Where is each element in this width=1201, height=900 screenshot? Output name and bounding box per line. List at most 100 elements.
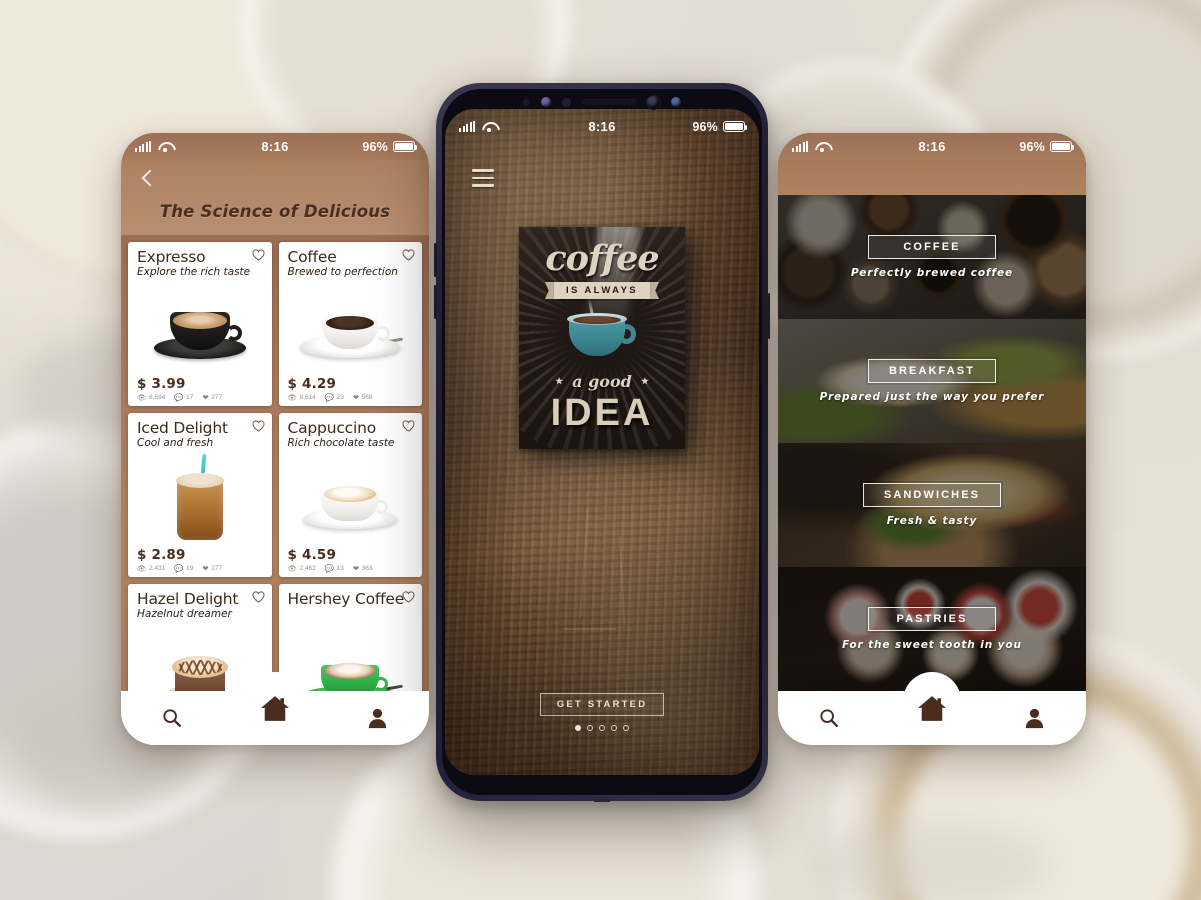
views-stat: 👁 2,462 [287, 563, 316, 573]
poster-ribbon: IS ALWAYS [553, 282, 651, 299]
favorite-heart-icon[interactable] [251, 420, 265, 432]
pagination-dot[interactable] [587, 725, 593, 731]
favorite-heart-icon[interactable] [251, 249, 265, 261]
right-phone-screen: 8:16 96% COFFEE Perfectly brewed coffee BR… [778, 133, 1086, 745]
heart-filled-icon: ❤ [352, 563, 360, 573]
product-name: Expresso [137, 248, 206, 266]
volume-down-button[interactable] [434, 285, 437, 319]
product-image [137, 623, 263, 691]
poster-phrase-row: ★ a good ★ [555, 372, 649, 391]
product-grid: Expresso Explore the rich taste $ 3.99 👁 6,5… [121, 235, 429, 691]
volume-up-button[interactable] [434, 243, 437, 277]
eye-icon: 👁 [137, 392, 147, 402]
star-right-icon: ★ [640, 376, 649, 387]
power-button[interactable] [767, 293, 770, 339]
product-card[interactable]: Coffee Brewed to perfection $ 4.29 👁 8,614 💬 2… [278, 242, 422, 406]
proximity-sensor-icon [671, 97, 681, 107]
wifi-icon [158, 141, 172, 152]
product-card[interactable]: Hershey Coffee [278, 584, 422, 691]
category-card[interactable]: SANDWICHES Fresh & tasty [778, 443, 1086, 567]
signal-bars-icon [792, 141, 808, 152]
get-started-button[interactable]: GET STARTED [539, 693, 665, 716]
likes-stat: ❤ 277 [202, 392, 223, 402]
product-card[interactable]: Expresso Explore the rich taste $ 3.99 👁 6,5… [128, 242, 272, 406]
nav-search-button[interactable] [806, 698, 852, 738]
back-chevron-icon[interactable] [135, 166, 161, 192]
product-price: $ 3.99 [137, 375, 186, 392]
category-label[interactable]: SANDWICHES [862, 483, 1002, 507]
signal-bars-icon [135, 141, 151, 152]
category-card[interactable]: COFFEE Perfectly brewed coffee [778, 195, 1086, 319]
comment-icon: 💬 [174, 392, 184, 402]
comment-icon: 💬 [324, 563, 335, 573]
product-card[interactable]: Iced Delight Cool and fresh $ 2.89 👁 2,431 💬 1… [128, 413, 272, 577]
nav-home-button[interactable] [909, 689, 955, 729]
sensor-icon [562, 97, 571, 107]
product-tagline: Hazelnut dreamer [137, 608, 232, 621]
poster-word: coffee [545, 238, 659, 279]
comments-stat: 💬 17 [174, 392, 194, 402]
category-label[interactable]: BREAKFAST [867, 359, 997, 383]
product-tagline: Cool and fresh [137, 437, 214, 450]
pagination-dot[interactable] [623, 725, 629, 731]
product-name: Cappuccino [287, 419, 377, 437]
comments-stat: 💬 23 [324, 392, 344, 402]
favorite-heart-icon[interactable] [402, 249, 415, 261]
category-tagline: For the sweet tooth in you [842, 639, 1022, 651]
battery-icon [723, 121, 748, 132]
product-tagline: Rich chocolate taste [287, 437, 395, 450]
status-bar: 8:16 96% [121, 133, 429, 160]
product-stats: 👁 2,431 💬 19 ❤ 277 [137, 563, 263, 573]
product-tagline: Brewed to perfection [287, 266, 398, 279]
center-phone-screen: 8:16 96% coffee IS ALWAYS ★ a good ★ IDE… [445, 109, 759, 775]
star-left-icon: ★ [555, 376, 564, 387]
background-shadow [811, 820, 1051, 900]
product-name: Hazel Delight [137, 590, 239, 608]
status-bar: 8:16 96% [445, 113, 759, 140]
heart-filled-icon: ❤ [352, 392, 360, 402]
person-icon [368, 708, 387, 729]
category-card[interactable]: BREAKFAST Prepared just the way you prefe… [778, 319, 1086, 443]
product-image [288, 281, 414, 374]
category-label[interactable]: PASTRIES [868, 607, 996, 631]
product-name: Iced Delight [137, 419, 228, 437]
category-list: COFFEE Perfectly brewed coffee BREAKFAST Pr… [778, 195, 1086, 691]
pagination-dot[interactable] [575, 725, 581, 731]
nav-profile-button[interactable] [355, 698, 401, 738]
category-label[interactable]: COFFEE [867, 235, 996, 259]
home-icon [918, 696, 946, 721]
product-card[interactable]: Hazel Delight Hazelnut dreamer [128, 584, 272, 691]
home-icon [261, 696, 289, 721]
search-icon [163, 709, 182, 727]
left-phone-screen: 8:16 96% The Science of Delicious Expres… [121, 133, 429, 745]
pagination-dot[interactable] [599, 725, 605, 731]
product-image [137, 281, 263, 374]
favorite-heart-icon[interactable] [402, 420, 415, 432]
favorite-heart-icon[interactable] [251, 591, 265, 603]
product-name: Hershey Coffee [287, 590, 405, 608]
product-stats: 👁 6,594 💬 17 ❤ 277 [137, 392, 263, 402]
wall-scratch [564, 628, 617, 630]
nav-profile-button[interactable] [1012, 698, 1058, 738]
likes-stat: ❤ 277 [202, 563, 223, 573]
center-phone-mockup: 8:16 96% coffee IS ALWAYS ★ a good ★ IDE… [434, 83, 770, 802]
eye-icon: 👁 [287, 392, 298, 402]
comment-icon: 💬 [324, 392, 335, 402]
favorite-heart-icon[interactable] [402, 591, 415, 603]
hamburger-menu-icon[interactable] [472, 169, 494, 187]
signal-bars-icon [459, 121, 475, 132]
views-stat: 👁 6,594 [137, 392, 166, 402]
search-icon [820, 709, 839, 727]
nav-home-button[interactable] [252, 689, 298, 729]
bottom-nav-bar [121, 691, 429, 745]
pagination-dot[interactable] [611, 725, 617, 731]
comment-icon: 💬 [174, 563, 184, 573]
header-band [778, 160, 1086, 195]
bottom-port [594, 797, 610, 802]
nav-search-button[interactable] [149, 698, 195, 738]
product-tagline: Explore the rich taste [137, 266, 251, 279]
product-stats: 👁 2,462 💬 13 ❤ 363 [287, 563, 414, 573]
product-card[interactable]: Cappuccino Rich chocolate taste $ 4.59 👁 2,4… [278, 413, 422, 577]
left-phone-mockup: 8:16 96% The Science of Delicious Expres… [121, 133, 429, 745]
views-stat: 👁 8,614 [287, 392, 316, 402]
